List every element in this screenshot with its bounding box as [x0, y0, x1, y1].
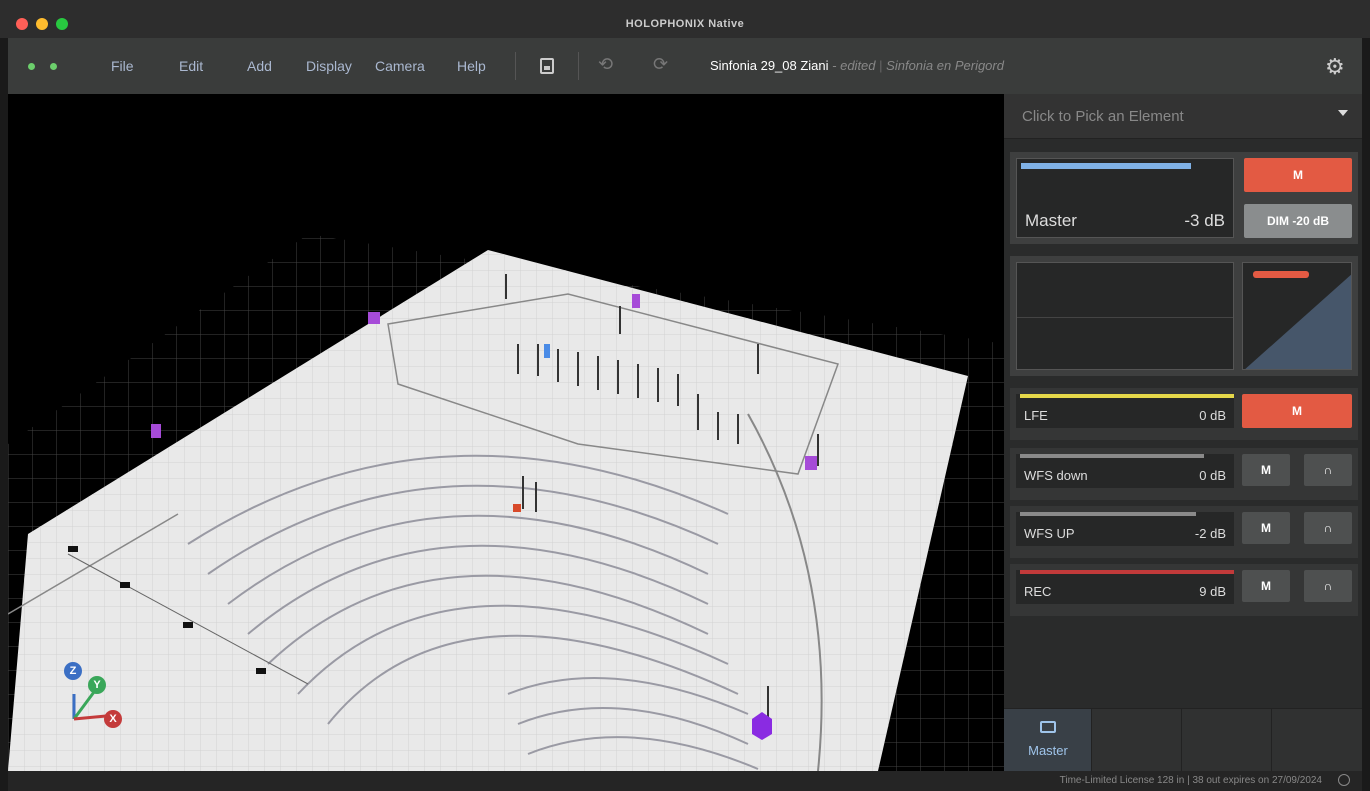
curve-svg — [1245, 271, 1351, 369]
title-bar: HOLOPHONIX Native — [0, 0, 1370, 38]
document-edited-flag: - edited — [832, 58, 876, 73]
master-level: -3 dB — [1184, 211, 1225, 230]
bus-level: -2 dB — [1194, 526, 1226, 541]
bottom-tab-bar: Master — [1004, 708, 1362, 772]
chevron-down-icon — [1338, 110, 1348, 116]
headphones-icon[interactable]: ∩ — [1304, 570, 1352, 602]
bus-meter[interactable]: REC 9 dB — [1016, 570, 1234, 604]
element-picker-dropdown[interactable]: Click to Pick an Element — [1004, 94, 1362, 139]
status-dot-icon — [28, 63, 35, 70]
bus-row-wfs-up: WFS UP -2 dB M ∩ — [1010, 506, 1358, 558]
menu-help[interactable]: Help — [457, 58, 486, 74]
info-icon[interactable] — [1338, 774, 1350, 786]
license-status: Time-Limited License 128 in | 38 out exp… — [1059, 775, 1322, 786]
window-title: HOLOPHONIX Native — [625, 18, 745, 30]
mixer-icon — [1040, 721, 1056, 733]
menu-edit[interactable]: Edit — [179, 58, 203, 74]
bus-name: LFE — [1024, 408, 1048, 423]
menu-camera[interactable]: Camera — [375, 58, 425, 74]
bus-meter-bar — [1020, 394, 1234, 398]
master-dim-button[interactable]: DIM -20 dB — [1244, 204, 1352, 238]
bus-meter[interactable]: WFS down 0 dB — [1016, 454, 1234, 488]
tab-empty[interactable] — [1182, 709, 1272, 772]
save-icon[interactable] — [540, 58, 554, 74]
3d-viewport[interactable]: Z Y X — [8, 94, 1004, 771]
bus-mute-button[interactable]: M — [1242, 394, 1352, 428]
axis-x-label: X — [104, 710, 122, 728]
tab-master-label: Master — [1028, 743, 1068, 758]
headphones-icon[interactable]: ∩ — [1304, 512, 1352, 544]
undo-icon[interactable]: ⟲ — [598, 54, 613, 75]
bus-meter[interactable]: LFE 0 dB — [1016, 394, 1234, 428]
element-picker-placeholder: Click to Pick an Element — [1022, 108, 1184, 125]
headphones-icon[interactable]: ∩ — [1304, 454, 1352, 486]
gear-icon[interactable]: ⚙ — [1325, 54, 1345, 80]
bus-level: 0 dB — [1199, 408, 1226, 423]
analyzer-panel — [1010, 256, 1358, 376]
menu-display[interactable]: Display — [306, 58, 352, 74]
bus-row-wfs-down: WFS down 0 dB M ∩ — [1010, 448, 1358, 500]
bus-mute-button[interactable]: M — [1242, 570, 1290, 602]
tab-empty[interactable] — [1272, 709, 1362, 772]
bus-meter-bar — [1020, 570, 1234, 574]
status-dot-icon — [50, 63, 57, 70]
axis-z-label: Z — [64, 662, 82, 680]
master-meter-bar — [1021, 163, 1191, 169]
title-divider: | — [879, 58, 883, 73]
master-level-meter[interactable]: Master -3 dB — [1016, 158, 1234, 238]
bus-mute-button[interactable]: M — [1242, 512, 1290, 544]
graph-gridline — [1017, 317, 1233, 318]
redo-icon[interactable]: ⟳ — [653, 54, 668, 75]
bus-meter-bar — [1020, 454, 1204, 458]
menu-separator — [578, 52, 579, 80]
level-history-graph — [1016, 262, 1234, 370]
tab-master[interactable]: Master — [1004, 709, 1092, 772]
menu-separator — [515, 52, 516, 80]
menu-add[interactable]: Add — [247, 58, 272, 74]
menu-bar: File Edit Add Display Camera Help ⟲ ⟳ Si… — [8, 38, 1362, 94]
bus-level: 0 dB — [1199, 468, 1226, 483]
status-bar: Time-Limited License 128 in | 38 out exp… — [8, 771, 1362, 791]
bus-level: 9 dB — [1199, 584, 1226, 599]
bus-meter-bar — [1020, 512, 1196, 516]
scene-canvas — [8, 234, 1004, 771]
tab-empty[interactable] — [1092, 709, 1182, 772]
bus-meter[interactable]: WFS UP -2 dB — [1016, 512, 1234, 546]
master-name: Master — [1025, 211, 1077, 230]
bus-name: REC — [1024, 584, 1052, 599]
document-title: Sinfonia 29_08 Ziani - edited | Sinfonia… — [710, 58, 1004, 73]
bus-name: WFS UP — [1024, 526, 1075, 541]
curve-graph — [1242, 262, 1352, 370]
mixer-panel: Click to Pick an Element Master -3 dB M … — [1004, 94, 1362, 772]
menu-file[interactable]: File — [111, 58, 134, 74]
master-mute-button[interactable]: M — [1244, 158, 1352, 192]
master-strip: Master -3 dB M DIM -20 dB — [1010, 152, 1358, 244]
bus-row-rec: REC 9 dB M ∩ — [1010, 564, 1358, 616]
bus-mute-button[interactable]: M — [1242, 454, 1290, 486]
document-name: Sinfonia 29_08 Ziani — [710, 58, 829, 73]
axis-y-label: Y — [88, 676, 106, 694]
bus-name: WFS down — [1024, 468, 1088, 483]
bus-row-lfe: LFE 0 dB M — [1010, 388, 1358, 440]
document-venue: Sinfonia en Perigord — [886, 58, 1004, 73]
